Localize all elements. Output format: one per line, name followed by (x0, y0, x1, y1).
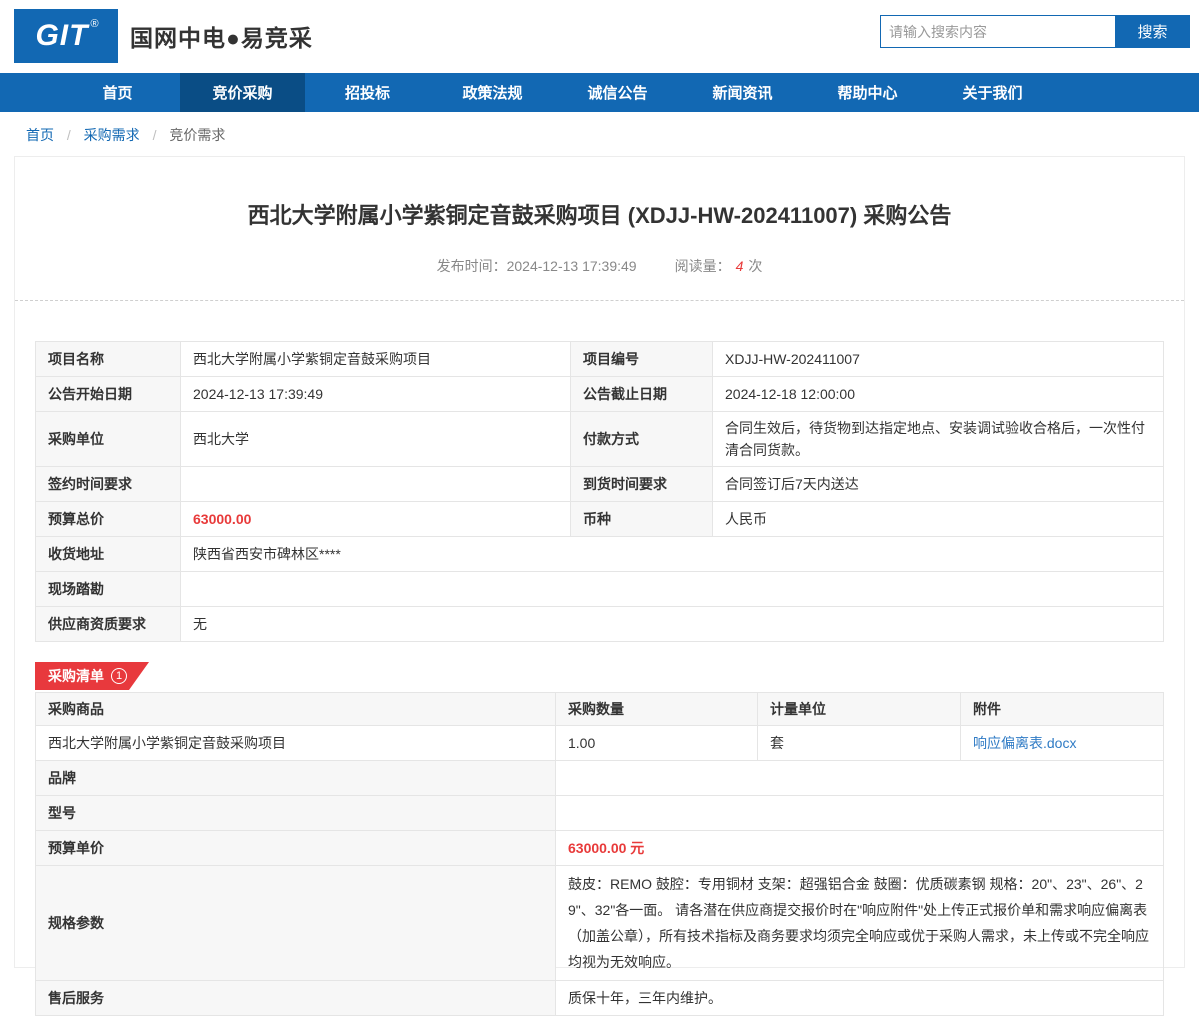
table-row: 签约时间要求 到货时间要求 合同签订后7天内送达 (36, 467, 1164, 502)
breadcrumb-link-home[interactable]: 首页 (26, 127, 54, 143)
search-bar: 搜索 (880, 15, 1190, 48)
nav-item-bidding-purchase[interactable]: 竞价采购 (180, 73, 305, 112)
nav-item-policy[interactable]: 政策法规 (430, 73, 555, 112)
product-unit: 套 (758, 726, 961, 761)
table-row: 规格参数 鼓皮：REMO 鼓腔：专用铜材 支架：超强铝合金 鼓圈：优质碳素钢 规… (36, 866, 1164, 981)
notice-meta: 发布时间：2024-12-13 17:39:49 阅读量： 4次 (15, 256, 1184, 276)
purchase-list-badge: 采购清单 1 (35, 662, 149, 690)
purchase-list-badge-label: 采购清单 (48, 666, 104, 686)
info-label: 公告开始日期 (36, 377, 181, 412)
info-label: 预算总价 (36, 502, 181, 537)
info-label: 付款方式 (571, 412, 713, 467)
table-row: 供应商资质要求 无 (36, 607, 1164, 642)
table-row: 公告开始日期 2024-12-13 17:39:49 公告截止日期 2024-1… (36, 377, 1164, 412)
info-value (181, 572, 1164, 607)
table-row: 收货地址 陕西省西安市碑林区**** (36, 537, 1164, 572)
breadcrumb-current: 竞价需求 (169, 127, 225, 143)
column-header-quantity: 采购数量 (556, 693, 758, 726)
dashed-divider (15, 300, 1184, 301)
info-value: XDJJ-HW-202411007 (713, 342, 1164, 377)
info-label: 收货地址 (36, 537, 181, 572)
info-value: 西北大学附属小学紫铜定音鼓采购项目 (181, 342, 571, 377)
breadcrumb-separator: / (67, 127, 71, 143)
detail-label: 型号 (36, 796, 556, 831)
column-header-attachment: 附件 (961, 693, 1164, 726)
table-header-row: 采购商品 采购数量 计量单位 附件 (36, 693, 1164, 726)
views-count: 4 (736, 258, 744, 274)
info-value: 陕西省西安市碑林区**** (181, 537, 1164, 572)
page-title: 西北大学附属小学紫铜定音鼓采购项目 (XDJJ-HW-202411007) 采购… (45, 198, 1154, 230)
site-name: 国网中电●易竞采 (130, 19, 313, 53)
info-label: 项目名称 (36, 342, 181, 377)
views-unit: 次 (748, 258, 762, 274)
product-quantity: 1.00 (556, 726, 758, 761)
table-row: 项目名称 西北大学附属小学紫铜定音鼓采购项目 项目编号 XDJJ-HW-2024… (36, 342, 1164, 377)
nav-item-tender[interactable]: 招投标 (305, 73, 430, 112)
info-label: 到货时间要求 (571, 467, 713, 502)
detail-label: 品牌 (36, 761, 556, 796)
info-value: 无 (181, 607, 1164, 642)
info-label: 项目编号 (571, 342, 713, 377)
project-info-table: 项目名称 西北大学附属小学紫铜定音鼓采购项目 项目编号 XDJJ-HW-2024… (35, 341, 1164, 642)
table-row: 型号 (36, 796, 1164, 831)
logo-text: GIT (35, 19, 88, 53)
publish-time-value: 2024-12-13 17:39:49 (507, 258, 637, 274)
purchase-list-table: 采购商品 采购数量 计量单位 附件 西北大学附属小学紫铜定音鼓采购项目 1.00… (35, 692, 1164, 1016)
registered-trademark-icon: ® (90, 18, 98, 30)
nav-item-integrity[interactable]: 诚信公告 (555, 73, 680, 112)
nav-item-help[interactable]: 帮助中心 (805, 73, 930, 112)
site-logo[interactable]: GIT ® (14, 9, 118, 63)
info-value: 2024-12-13 17:39:49 (181, 377, 571, 412)
budget-total-price: 63000.00 (181, 502, 571, 537)
nav-item-news[interactable]: 新闻资讯 (680, 73, 805, 112)
info-value: 人民币 (713, 502, 1164, 537)
info-label: 采购单位 (36, 412, 181, 467)
nav-item-home[interactable]: 首页 (55, 73, 180, 112)
publish-time-label: 发布时间： (437, 258, 507, 274)
detail-label: 规格参数 (36, 866, 556, 981)
table-row: 现场踏勘 (36, 572, 1164, 607)
product-name: 西北大学附属小学紫铜定音鼓采购项目 (36, 726, 556, 761)
detail-label: 售后服务 (36, 981, 556, 1016)
detail-value (556, 761, 1164, 796)
info-value (181, 467, 571, 502)
nav-item-about[interactable]: 关于我们 (930, 73, 1055, 112)
table-row: 采购单位 西北大学 付款方式 合同生效后，待货物到达指定地点、安装调试验收合格后… (36, 412, 1164, 467)
notice-card: 西北大学附属小学紫铜定音鼓采购项目 (XDJJ-HW-202411007) 采购… (14, 156, 1185, 968)
attachment-link[interactable]: 响应偏离表.docx (973, 735, 1076, 751)
after-sales-value: 质保十年，三年内维护。 (556, 981, 1164, 1016)
spec-params-value: 鼓皮：REMO 鼓腔：专用铜材 支架：超强铝合金 鼓圈：优质碳素钢 规格：20"… (556, 866, 1164, 981)
info-value: 合同生效后，待货物到达指定地点、安装调试验收合格后，一次性付清合同货款。 (713, 412, 1164, 467)
breadcrumb-link-purchase-demand[interactable]: 采购需求 (84, 127, 140, 143)
breadcrumb-separator: / (153, 127, 157, 143)
search-input[interactable] (880, 15, 1115, 48)
breadcrumb: 首页 / 采购需求 / 竞价需求 (0, 112, 1199, 156)
info-label: 币种 (571, 502, 713, 537)
detail-label: 预算单价 (36, 831, 556, 866)
info-value: 合同签订后7天内送达 (713, 467, 1164, 502)
main-nav: 首页 竞价采购 招投标 政策法规 诚信公告 新闻资讯 帮助中心 关于我们 (0, 73, 1199, 112)
table-row: 西北大学附属小学紫铜定音鼓采购项目 1.00 套 响应偏离表.docx (36, 726, 1164, 761)
column-header-product: 采购商品 (36, 693, 556, 726)
table-row: 售后服务 质保十年，三年内维护。 (36, 981, 1164, 1016)
info-label: 供应商资质要求 (36, 607, 181, 642)
table-row: 品牌 (36, 761, 1164, 796)
budget-unit-price: 63000.00 元 (556, 831, 1164, 866)
views-label: 阅读量： (675, 258, 731, 274)
info-label: 签约时间要求 (36, 467, 181, 502)
info-label: 公告截止日期 (571, 377, 713, 412)
table-row: 预算单价 63000.00 元 (36, 831, 1164, 866)
search-button[interactable]: 搜索 (1115, 15, 1190, 48)
info-value: 2024-12-18 12:00:00 (713, 377, 1164, 412)
top-bar: GIT ® 国网中电●易竞采 搜索 (0, 0, 1199, 73)
info-label: 现场踏勘 (36, 572, 181, 607)
info-value: 西北大学 (181, 412, 571, 467)
detail-value (556, 796, 1164, 831)
table-row: 预算总价 63000.00 币种 人民币 (36, 502, 1164, 537)
column-header-unit: 计量单位 (758, 693, 961, 726)
purchase-list-count-badge: 1 (111, 668, 127, 684)
